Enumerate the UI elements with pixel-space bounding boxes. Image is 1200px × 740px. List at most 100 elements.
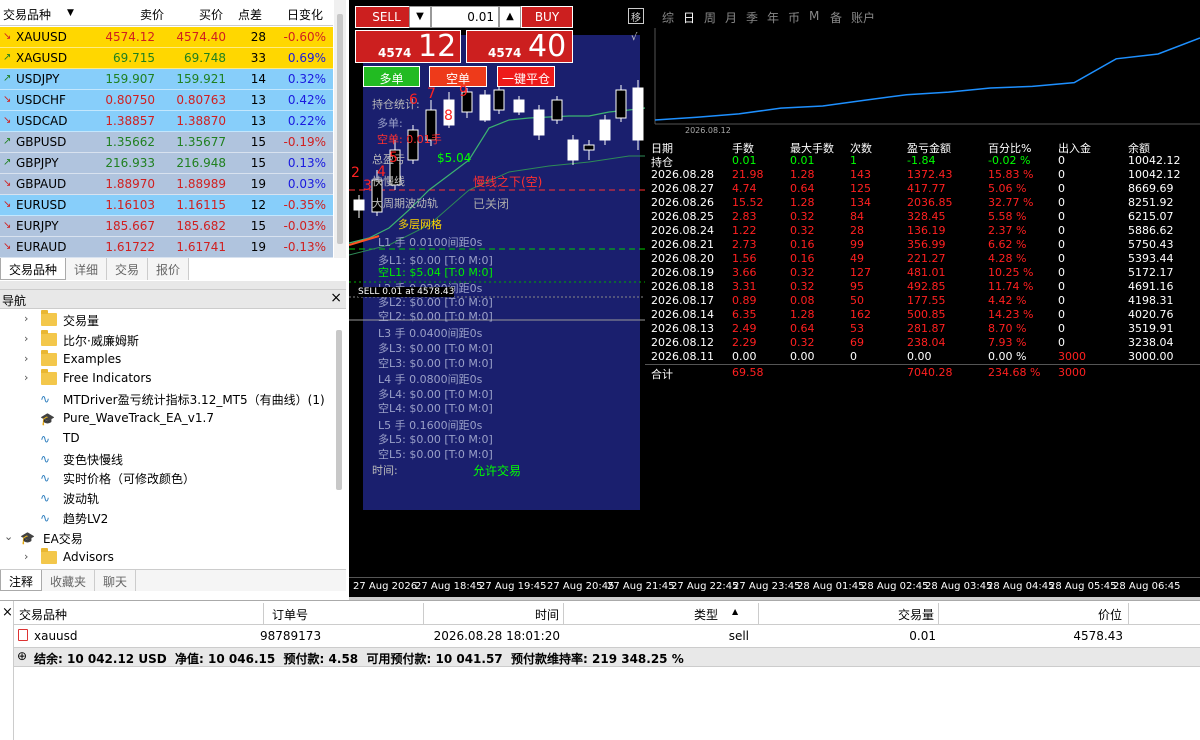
market-row-usdchf[interactable]: ↘ USDCHF 0.80750 0.80763 13 0.42%	[0, 90, 333, 111]
period-tab[interactable]: 账户	[851, 9, 875, 26]
bid-price: 1.61722	[105, 240, 155, 254]
order-type: sell	[728, 629, 749, 643]
nav-item-label: Advisors	[63, 549, 114, 564]
nav-item[interactable]: ∿ MTDriver盈亏统计指标3.12_MT5（有曲线）(1)	[0, 389, 340, 409]
stats-cell: 0.32	[790, 280, 815, 293]
expand-chevron-icon[interactable]: ›	[24, 352, 28, 365]
col-ticket[interactable]: 订单号	[264, 603, 424, 625]
nav-item[interactable]: 🎓 Pure_WaveTrack_EA_v1.7	[0, 409, 340, 429]
market-row-usdcad[interactable]: ↘ USDCAD 1.38857 1.38870 13 0.22%	[0, 111, 333, 132]
col-type[interactable]: 类型	[564, 603, 759, 625]
period-tab[interactable]: 年	[767, 9, 779, 26]
buy-button[interactable]: BUY	[521, 6, 573, 28]
order-symbol: xauusd	[34, 629, 78, 643]
period-tab[interactable]: 币	[788, 9, 800, 26]
orders-header-row: 交易品种 订单号 时间 类型 ▲ 交易量 价位	[14, 601, 1200, 625]
sell-order-icon	[18, 629, 28, 641]
order-row[interactable]: xauusd 98789173 2026.08.28 18:01:20 sell…	[14, 625, 1200, 647]
stats-cell: 2.83	[732, 210, 757, 223]
nav-item[interactable]: ∿ TD	[0, 429, 340, 449]
col-price[interactable]: 价位	[939, 603, 1129, 625]
stats-cell: 50	[850, 294, 864, 307]
market-row-xagusd[interactable]: ↗ XAGUSD 69.715 69.748 33 0.69%	[0, 48, 333, 69]
lot-increase-button[interactable]: ▲	[499, 6, 521, 28]
stats-cell: 0.16	[790, 252, 815, 265]
header-symbol[interactable]: 交易品种	[3, 6, 51, 23]
short-order-button[interactable]: 空单	[429, 66, 487, 87]
col-time[interactable]: 时间	[424, 603, 564, 625]
market-row-eurjpy[interactable]: ↘ EURJPY 185.667 185.682 15 -0.03%	[0, 216, 333, 237]
nav-item[interactable]: › Examples	[0, 349, 340, 370]
ea-line: 空L1: $5.04 [T:0 M:0]	[378, 266, 493, 279]
stats-cell: 0.89	[732, 294, 757, 307]
period-tab[interactable]: 月	[725, 9, 737, 26]
stats-cell: 4.42 %	[988, 294, 1027, 307]
symbol-name: EURAUD	[16, 240, 67, 254]
nav-item[interactable]: ∿ 波动轨	[0, 488, 340, 508]
header-bid[interactable]: 卖价	[140, 6, 164, 23]
stats-cell: 0.64	[790, 182, 815, 195]
tab-details[interactable]: 详细	[66, 258, 108, 280]
nav-item[interactable]: › Free Indicators	[0, 369, 340, 389]
order-time: 2026.08.28 18:01:20	[433, 629, 560, 643]
market-row-gbpjpy[interactable]: ↗ GBPJPY 216.933 216.948 15 0.13%	[0, 153, 333, 174]
period-tab[interactable]: 日	[683, 9, 695, 26]
header-ask[interactable]: 买价	[199, 6, 223, 23]
nav-item[interactable]: › 比尔·威廉姆斯	[0, 329, 340, 350]
tab-favorites[interactable]: 收藏夹	[42, 570, 96, 591]
expand-chevron-icon[interactable]: ›	[24, 312, 28, 325]
expand-icon[interactable]: ⊕	[17, 649, 27, 663]
close-icon[interactable]: ×	[330, 290, 342, 306]
stats-cell: 3000	[1058, 350, 1086, 363]
market-row-usdjpy[interactable]: ↗ USDJPY 159.907 159.921 14 0.32%	[0, 69, 333, 90]
market-row-gbpaud[interactable]: ↘ GBPAUD 1.88970 1.88989 19 0.03%	[0, 174, 333, 195]
market-row-xauusd[interactable]: ↘ XAUUSD 4574.12 4574.40 28 -0.60%	[0, 27, 333, 48]
ask-price: 185.682	[176, 219, 226, 233]
long-order-button[interactable]: 多单	[363, 66, 420, 87]
expand-chevron-icon[interactable]: ›	[24, 371, 28, 384]
tab-ticks[interactable]: 报价	[148, 258, 190, 280]
candle-body	[599, 119, 611, 141]
navigator-scrollbar[interactable]	[336, 330, 342, 490]
market-row-gbpusd[interactable]: ↗ GBPUSD 1.35662 1.35677 15 -0.19%	[0, 132, 333, 153]
stats-cell: 3.31	[732, 280, 757, 293]
tab-symbols[interactable]: 交易品种	[0, 258, 67, 280]
buy-price-box[interactable]: 4574 40	[466, 29, 573, 64]
nav-item[interactable]: ∿ 变色快慢线	[0, 449, 340, 469]
nav-item[interactable]: ⌄ 🎓 EA交易	[0, 528, 340, 548]
nav-item[interactable]: › 交易量	[0, 310, 340, 330]
stats-cell: 2026.08.13	[651, 322, 714, 335]
sort-up-icon[interactable]: ▲	[732, 607, 738, 616]
expand-chevron-icon[interactable]: ›	[24, 332, 28, 345]
col-volume[interactable]: 交易量	[759, 603, 939, 625]
nav-item[interactable]: ∿ 趋势LV2	[0, 508, 340, 528]
nav-item[interactable]: › Advisors	[0, 547, 340, 568]
period-tab[interactable]: 综	[662, 9, 674, 26]
period-tab[interactable]: 周	[704, 9, 716, 26]
tab-trading[interactable]: 交易	[107, 258, 149, 280]
nav-item[interactable]: ∿ 实时价格（可修改颜色）	[0, 468, 340, 488]
market-row-eurusd[interactable]: ↘ EURUSD 1.16103 1.16115 12 -0.35%	[0, 195, 333, 216]
period-tab[interactable]: 备	[830, 9, 842, 26]
header-change[interactable]: 日变化	[287, 6, 323, 23]
col-symbol[interactable]: 交易品种	[19, 603, 264, 625]
market-watch-scrollbar[interactable]	[334, 0, 346, 258]
splitter[interactable]	[0, 281, 346, 289]
market-row-euraud[interactable]: ↘ EURAUD 1.61722 1.61741 19 -0.13%	[0, 237, 333, 258]
sort-arrow-icon[interactable]: ▼	[67, 8, 74, 18]
tab-common[interactable]: 注释	[0, 570, 43, 591]
period-tab[interactable]: M	[809, 9, 819, 23]
header-spread[interactable]: 点差	[238, 6, 262, 23]
chart-shift-icon[interactable]: 移	[628, 8, 644, 24]
lot-input[interactable]: 0.01	[431, 6, 499, 28]
sell-price-box[interactable]: 4574 12	[355, 29, 461, 64]
market-watch-header: 交易品种 ▼ 卖价 买价 点差 日变化	[0, 0, 333, 26]
close-all-button[interactable]: 一键平仓	[497, 66, 555, 87]
expand-chevron-icon[interactable]: ›	[24, 550, 28, 563]
lot-decrease-button[interactable]: ▼	[409, 6, 431, 28]
candle-body	[353, 199, 365, 211]
period-tab[interactable]: 季	[746, 9, 758, 26]
tab-chat[interactable]: 聊天	[95, 570, 137, 591]
checkmark-icon[interactable]: √	[631, 32, 637, 43]
collapse-chevron-icon[interactable]: ⌄	[4, 530, 13, 543]
